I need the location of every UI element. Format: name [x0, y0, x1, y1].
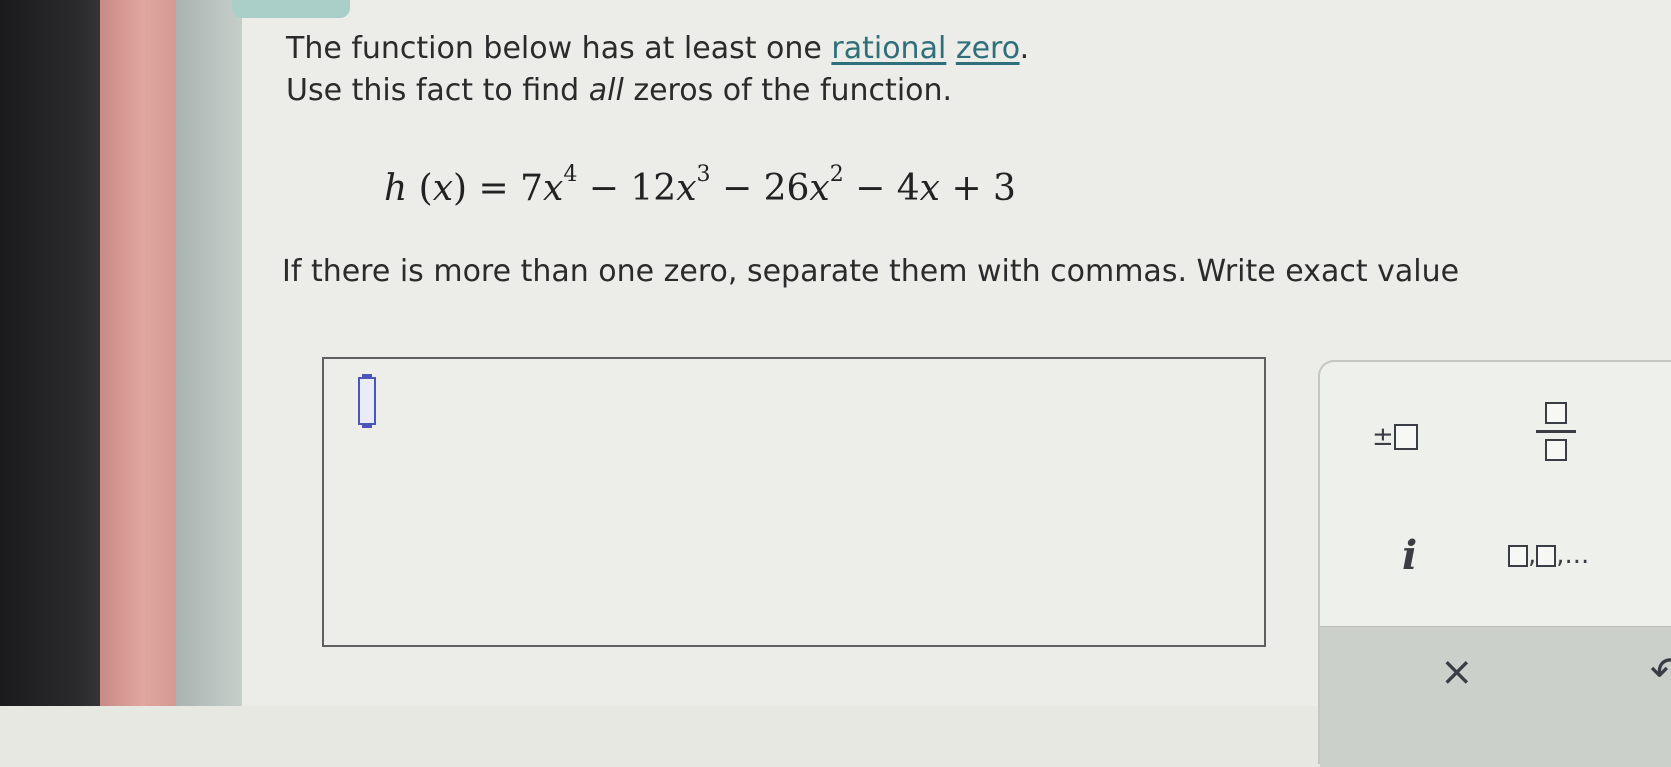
plus-minus-button[interactable]: ±: [1372, 418, 1418, 453]
keypad-action-bar: × ↶: [1320, 626, 1671, 767]
fraction-bar-icon: [1536, 430, 1576, 433]
coef-4: 4: [896, 168, 920, 209]
exp-3: 2: [829, 162, 844, 187]
function-var: x: [432, 168, 453, 209]
input-cursor[interactable]: [358, 374, 376, 428]
instruction-text: The function below has at least one: [286, 31, 832, 66]
instruction-text: Use this fact to find: [286, 73, 589, 108]
imaginary-unit-button[interactable]: i: [1402, 532, 1417, 579]
box-icon: [1536, 544, 1557, 567]
zero-link[interactable]: zero: [956, 31, 1020, 66]
rational-link[interactable]: rational: [831, 31, 946, 66]
instruction-line-2: Use this fact to find all zeros of the f…: [286, 70, 1029, 112]
instruction-period: .: [1019, 31, 1030, 66]
constant: 3: [993, 168, 1016, 209]
fraction-button[interactable]: [1536, 402, 1576, 461]
function-name: h: [384, 168, 408, 209]
undo-icon[interactable]: ↶: [1650, 649, 1671, 695]
top-tab[interactable]: [232, 0, 350, 18]
coef-3: 26: [763, 168, 810, 209]
function-equation: h (x) = 7x4 − 12x3 − 26x2 − 4x + 3: [384, 162, 1016, 209]
coef-2: 12: [630, 168, 677, 209]
coef-1: 7: [520, 168, 544, 209]
numerator-box-icon: [1545, 402, 1567, 424]
math-keypad: ± i ,,... × ↶: [1318, 360, 1671, 767]
emphasis-all: all: [588, 73, 624, 108]
clear-button[interactable]: ×: [1440, 649, 1474, 695]
box-icon: [1393, 423, 1418, 450]
box-icon: [1508, 544, 1528, 567]
sidebar-edge: [100, 0, 178, 706]
problem-instructions: The function below has at least one rati…: [286, 28, 1029, 112]
denominator-box-icon: [1545, 439, 1567, 461]
exp-2: 3: [696, 162, 711, 187]
list-button[interactable]: ,,...: [1508, 540, 1589, 570]
exp-1: 4: [563, 162, 578, 187]
instruction-text: zeros of the function.: [623, 73, 953, 108]
answer-input[interactable]: [322, 357, 1266, 647]
answer-instructions: If there is more than one zero, separate…: [282, 254, 1460, 289]
sidebar-edge-inner: [176, 0, 242, 706]
instruction-line-1: The function below has at least one rati…: [286, 28, 1029, 70]
screen-bezel: [0, 0, 110, 706]
